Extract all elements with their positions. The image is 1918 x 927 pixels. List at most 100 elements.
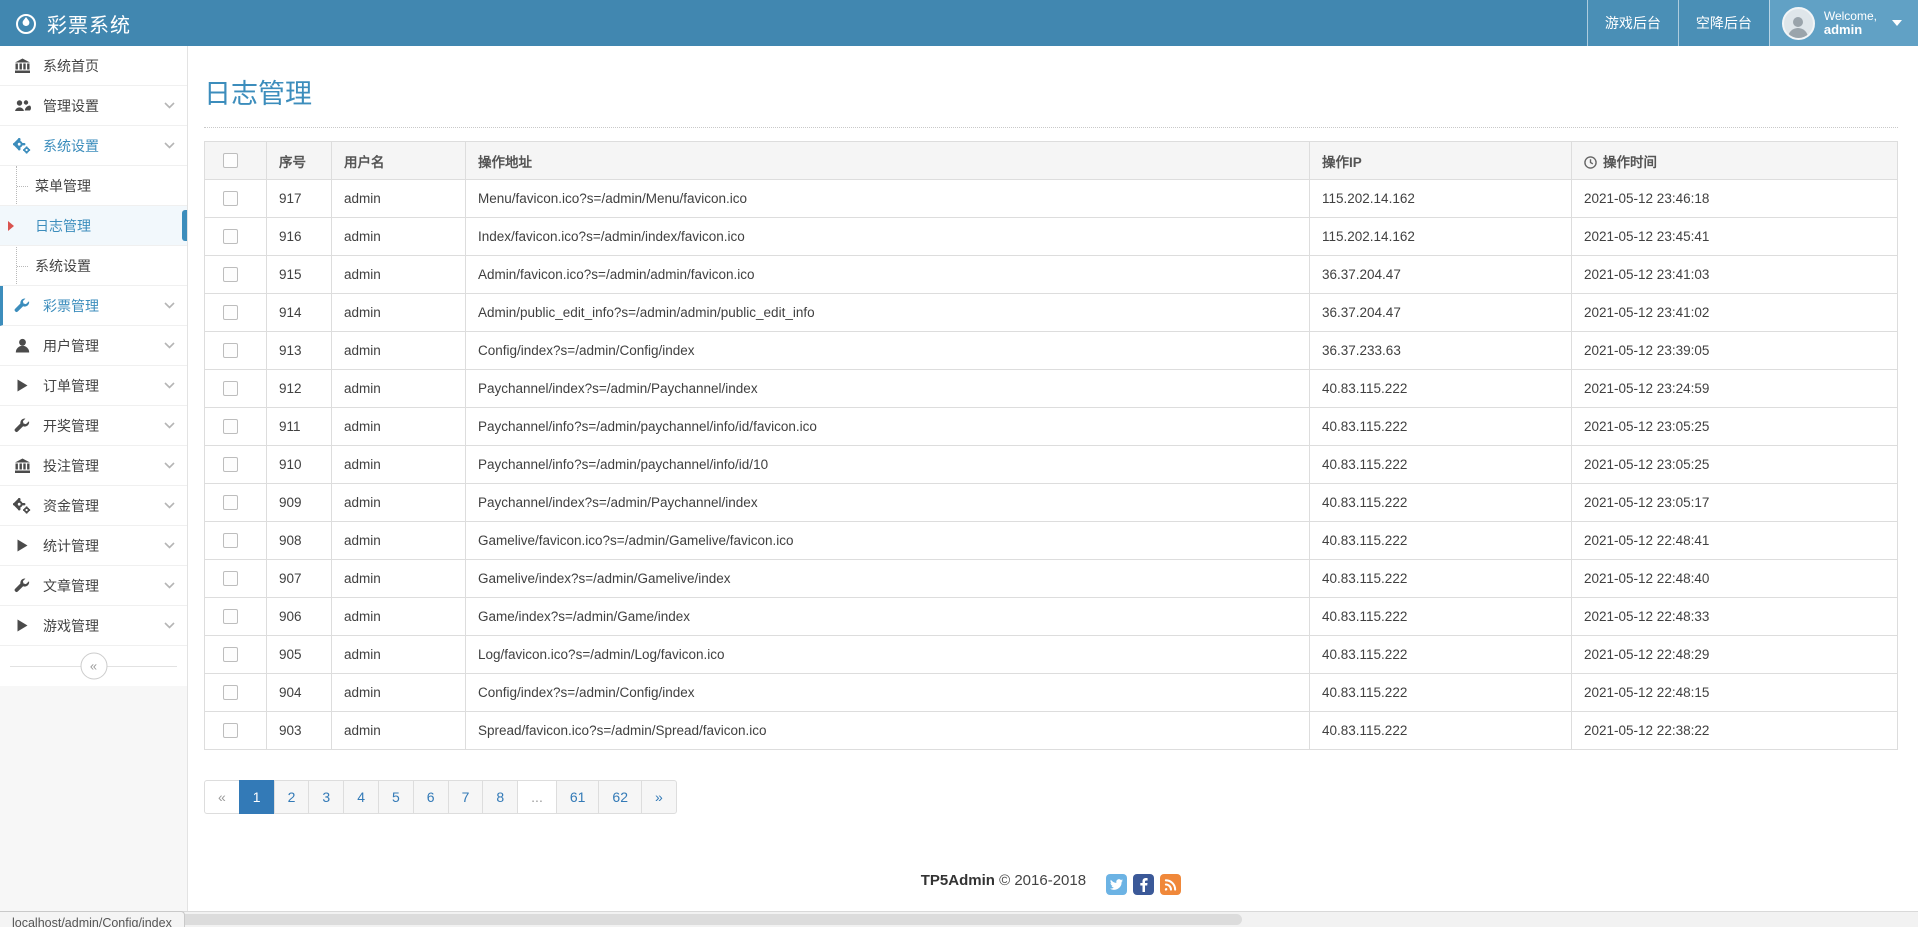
wrench-icon bbox=[12, 418, 32, 434]
table-row: 903adminSpread/favicon.ico?s=/admin/Spre… bbox=[205, 712, 1898, 750]
chevron-down-icon bbox=[164, 622, 175, 629]
sidebar-item-label: 系统首页 bbox=[43, 56, 175, 76]
row-checkbox[interactable] bbox=[223, 647, 238, 662]
table-row: 914adminAdmin/public_edit_info?s=/admin/… bbox=[205, 294, 1898, 332]
page-prev[interactable]: « bbox=[204, 780, 240, 814]
sidebar-item-stats-management[interactable]: 统计管理 bbox=[0, 526, 187, 566]
social-links bbox=[1106, 874, 1181, 895]
sidebar-item-label: 彩票管理 bbox=[43, 296, 153, 316]
page-6[interactable]: 6 bbox=[413, 780, 449, 814]
sidebar-item-label: 文章管理 bbox=[43, 576, 153, 596]
facebook-icon[interactable] bbox=[1133, 874, 1154, 895]
col-header-ip: 操作IP bbox=[1310, 142, 1572, 180]
pagination: « 1 2 3 4 5 6 7 8 ... 61 62 » bbox=[204, 780, 1898, 814]
page-1[interactable]: 1 bbox=[239, 780, 275, 814]
user-icon bbox=[12, 338, 32, 353]
row-checkbox[interactable] bbox=[223, 495, 238, 510]
status-bar-link-preview: localhost/admin/Config/index bbox=[0, 911, 185, 927]
row-checkbox[interactable] bbox=[223, 609, 238, 624]
rss-icon[interactable] bbox=[1160, 874, 1181, 895]
sidebar-item-draw-management[interactable]: 开奖管理 bbox=[0, 406, 187, 446]
sidebar-item-system-settings[interactable]: 系统设置 bbox=[0, 126, 187, 166]
row-checkbox[interactable] bbox=[223, 267, 238, 282]
system-settings-submenu: 菜单管理 日志管理 系统设置 bbox=[0, 166, 187, 286]
play-icon bbox=[12, 379, 32, 392]
chevron-down-icon bbox=[164, 462, 175, 469]
sidebar-item-home[interactable]: 系统首页 bbox=[0, 46, 187, 86]
sidebar-item-lottery-management[interactable]: 彩票管理 bbox=[0, 286, 187, 326]
chevron-down-icon bbox=[164, 502, 175, 509]
top-bar: 彩票系统 游戏后台 空降后台 Welcome, admin bbox=[0, 0, 1918, 46]
sidebar-item-admin-settings[interactable]: 管理设置 bbox=[0, 86, 187, 126]
page-4[interactable]: 4 bbox=[343, 780, 379, 814]
table-row: 907adminGamelive/index?s=/admin/Gamelive… bbox=[205, 560, 1898, 598]
page-5[interactable]: 5 bbox=[378, 780, 414, 814]
topbar-spacer bbox=[188, 0, 1587, 46]
row-checkbox[interactable] bbox=[223, 533, 238, 548]
sidebar-subitem-menu-management[interactable]: 菜单管理 bbox=[0, 166, 187, 206]
row-checkbox[interactable] bbox=[223, 419, 238, 434]
page-62[interactable]: 62 bbox=[598, 780, 642, 814]
page-next[interactable]: » bbox=[641, 780, 677, 814]
sidebar-item-funds-management[interactable]: 资金管理 bbox=[0, 486, 187, 526]
row-checkbox[interactable] bbox=[223, 685, 238, 700]
sidebar-item-bet-management[interactable]: 投注管理 bbox=[0, 446, 187, 486]
sidebar-item-game-management[interactable]: 游戏管理 bbox=[0, 606, 187, 646]
table-row: 916adminIndex/favicon.ico?s=/admin/index… bbox=[205, 218, 1898, 256]
chevron-down-icon bbox=[1892, 20, 1902, 26]
avatar bbox=[1782, 7, 1815, 40]
row-checkbox[interactable] bbox=[223, 191, 238, 206]
footer-copyright: © 2016-2018 bbox=[999, 872, 1086, 889]
sidebar-item-label: 投注管理 bbox=[43, 456, 153, 476]
table-row: 908adminGamelive/favicon.ico?s=/admin/Ga… bbox=[205, 522, 1898, 560]
page-8[interactable]: 8 bbox=[482, 780, 518, 814]
user-menu[interactable]: Welcome, admin bbox=[1769, 0, 1918, 46]
gears-icon bbox=[12, 138, 32, 154]
airdrop-backend-button[interactable]: 空降后台 bbox=[1678, 0, 1769, 46]
chevron-down-icon bbox=[164, 342, 175, 349]
page-3[interactable]: 3 bbox=[308, 780, 344, 814]
page-7[interactable]: 7 bbox=[448, 780, 484, 814]
sidebar-item-article-management[interactable]: 文章管理 bbox=[0, 566, 187, 606]
page-ellipsis: ... bbox=[517, 780, 557, 814]
horizontal-scrollbar[interactable] bbox=[0, 911, 1918, 927]
page-2[interactable]: 2 bbox=[274, 780, 310, 814]
sidebar-subitem-system-config[interactable]: 系统设置 bbox=[0, 246, 187, 286]
row-checkbox[interactable] bbox=[223, 343, 238, 358]
table-row: 913adminConfig/index?s=/admin/Config/ind… bbox=[205, 332, 1898, 370]
sidebar: 系统首页 管理设置 系统设置 菜单管理 bbox=[0, 46, 188, 927]
sidebar-item-label: 管理设置 bbox=[43, 96, 153, 116]
sidebar-collapse-button[interactable]: « bbox=[80, 653, 107, 680]
chevron-down-icon bbox=[164, 302, 175, 309]
divider bbox=[204, 127, 1898, 128]
sidebar-item-label: 开奖管理 bbox=[43, 416, 153, 436]
row-checkbox[interactable] bbox=[223, 723, 238, 738]
row-checkbox[interactable] bbox=[223, 381, 238, 396]
sidebar-subitem-log-management[interactable]: 日志管理 bbox=[0, 206, 187, 246]
table-row: 906adminGame/index?s=/admin/Game/index40… bbox=[205, 598, 1898, 636]
page-61[interactable]: 61 bbox=[556, 780, 600, 814]
play-icon bbox=[12, 619, 32, 632]
table-row: 917adminMenu/favicon.ico?s=/admin/Menu/f… bbox=[205, 180, 1898, 218]
table-header-row: 序号 用户名 操作地址 操作IP 操作时间 bbox=[205, 142, 1898, 180]
row-checkbox[interactable] bbox=[223, 305, 238, 320]
caret-right-icon bbox=[8, 221, 14, 231]
brand[interactable]: 彩票系统 bbox=[0, 0, 188, 46]
app-title: 彩票系统 bbox=[47, 9, 131, 38]
game-backend-button[interactable]: 游戏后台 bbox=[1587, 0, 1678, 46]
sidebar-item-label: 游戏管理 bbox=[43, 616, 153, 636]
select-all-checkbox[interactable] bbox=[223, 153, 238, 168]
row-checkbox[interactable] bbox=[223, 229, 238, 244]
main-content: 日志管理 序号 用户名 操作地址 操作IP 操作时间 917adminMenu/… bbox=[189, 0, 1918, 927]
row-checkbox[interactable] bbox=[223, 457, 238, 472]
scrollbar-thumb[interactable] bbox=[2, 914, 1242, 925]
sidebar-item-label: 订单管理 bbox=[43, 376, 153, 396]
users-icon bbox=[12, 98, 32, 113]
subitem-label: 日志管理 bbox=[35, 216, 91, 236]
sidebar-item-user-management[interactable]: 用户管理 bbox=[0, 326, 187, 366]
log-table: 序号 用户名 操作地址 操作IP 操作时间 917adminMenu/favic… bbox=[204, 141, 1898, 750]
twitter-icon[interactable] bbox=[1106, 874, 1127, 895]
chevron-down-icon bbox=[164, 142, 175, 149]
row-checkbox[interactable] bbox=[223, 571, 238, 586]
sidebar-item-order-management[interactable]: 订单管理 bbox=[0, 366, 187, 406]
